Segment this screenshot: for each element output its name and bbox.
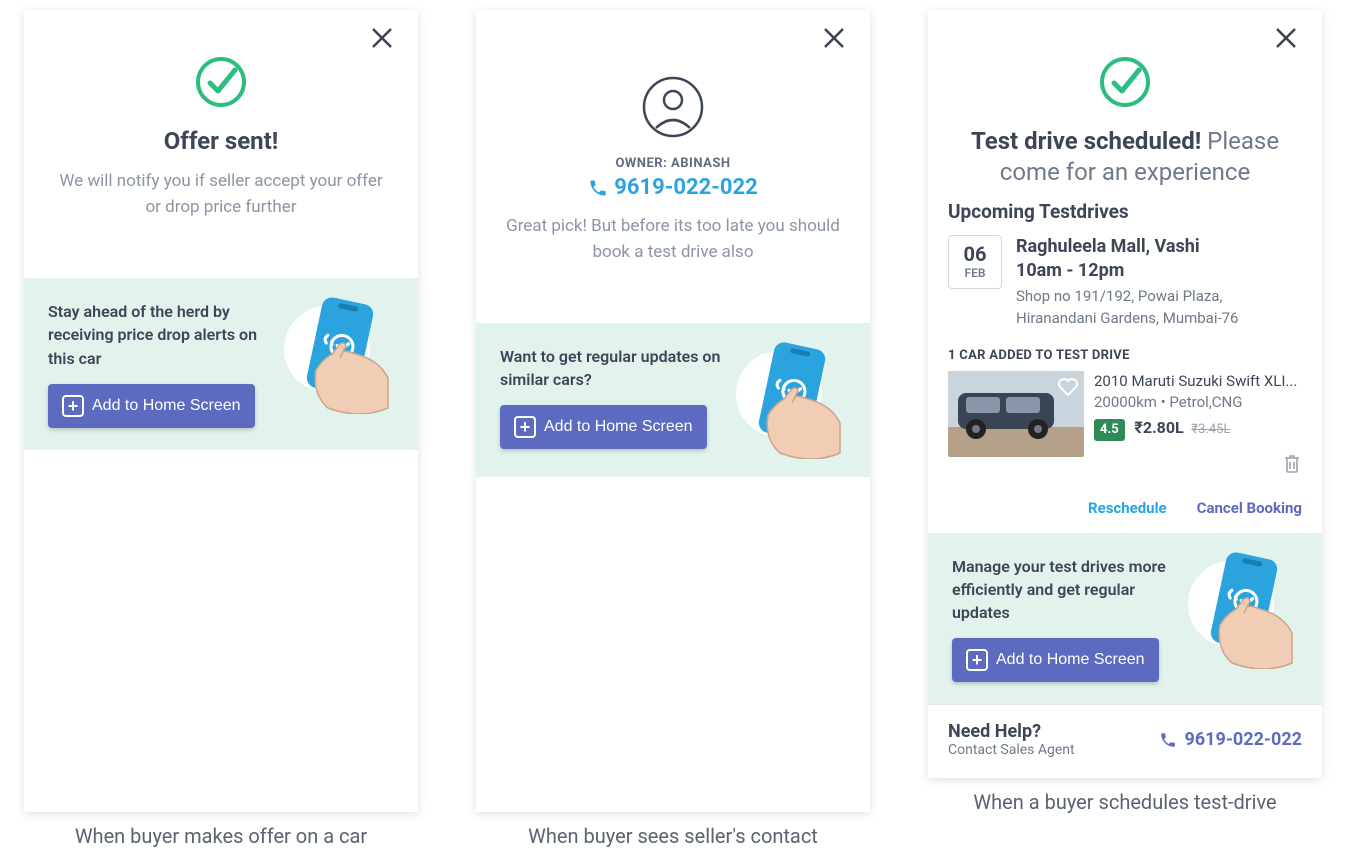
date-badge: 06 FEB	[948, 235, 1002, 289]
success-check-icon	[195, 56, 247, 108]
phone-hand-illustration	[736, 345, 846, 455]
card-title: Test drive scheduled! Please come for an…	[948, 126, 1302, 188]
heart-icon	[1056, 375, 1080, 399]
car-count-label: 1 CAR ADDED TO TEST DRIVE	[948, 348, 1302, 363]
offer-sent-card: Offer sent! We will notify you if seller…	[24, 10, 418, 812]
avatar-icon	[642, 76, 704, 138]
add-to-home-screen-button[interactable]: + Add to Home Screen	[500, 405, 707, 449]
testdrive-row: 06 FEB Raghuleela Mall, Vashi 10am - 12p…	[948, 235, 1302, 341]
date-day: 06	[964, 244, 987, 264]
car-price-strike: ₹3.45L	[1191, 422, 1230, 437]
car-item: 2010 Maruti Suzuki Swift XLI... 20000km …	[948, 371, 1302, 457]
phone-number: 9619-022-022	[614, 175, 758, 200]
button-label: Add to Home Screen	[544, 418, 693, 436]
close-icon	[822, 26, 846, 50]
help-sub: Contact Sales Agent	[948, 742, 1075, 758]
title-bold: Test drive scheduled!	[971, 127, 1201, 155]
button-label: Add to Home Screen	[92, 397, 241, 415]
help-heading: Need Help?	[948, 721, 1075, 742]
phone-hand-illustration	[284, 300, 394, 410]
card-title: Offer sent!	[52, 126, 390, 157]
promo-text: Want to get regular updates on similar c…	[500, 345, 726, 391]
caption: When buyer makes offer on a car	[75, 824, 367, 848]
promo-banner: Stay ahead of the herd by receiving pric…	[24, 278, 418, 450]
plus-icon: +	[514, 416, 536, 438]
trash-icon	[1282, 453, 1302, 475]
caption: When buyer sees seller's contact	[528, 824, 818, 848]
help-phone-number: 9619-022-022	[1185, 729, 1302, 750]
add-to-home-screen-button[interactable]: + Add to Home Screen	[952, 638, 1159, 682]
reschedule-link[interactable]: Reschedule	[1088, 499, 1167, 517]
car-price: ₹2.80L	[1134, 418, 1183, 437]
phone-icon	[588, 178, 608, 198]
caption: When a buyer schedules test-drive	[973, 790, 1276, 814]
location-name: Raghuleela Mall, Vashi	[1016, 235, 1302, 258]
car-name: 2010 Maruti Suzuki Swift XLI...	[1094, 371, 1302, 392]
rating-badge: 4.5	[1094, 419, 1125, 441]
plus-icon: +	[966, 649, 988, 671]
close-button[interactable]	[370, 26, 402, 58]
promo-text: Manage your test drives more efficiently…	[952, 555, 1178, 625]
button-label: Add to Home Screen	[996, 651, 1145, 669]
car-image	[948, 371, 1084, 457]
promo-banner: Want to get regular updates on similar c…	[476, 323, 870, 477]
help-phone-link[interactable]: 9619-022-022	[1159, 729, 1302, 750]
add-to-home-screen-button[interactable]: + Add to Home Screen	[48, 384, 255, 428]
close-icon	[370, 26, 394, 50]
phone-icon	[1159, 731, 1177, 749]
date-month: FEB	[965, 266, 986, 280]
phone-link[interactable]: 9619-022-022	[504, 175, 842, 200]
plus-icon: +	[62, 395, 84, 417]
help-bar: Need Help? Contact Sales Agent 9619-022-…	[928, 704, 1322, 778]
phone-hand-illustration	[1188, 555, 1298, 665]
card-subtext: Great pick! But before its too late you …	[504, 214, 842, 265]
car-meta: 20000km • Petrol,CNG	[1094, 392, 1302, 413]
card-subtext: We will notify you if seller accept your…	[52, 169, 390, 220]
time-slot: 10am - 12pm	[1016, 259, 1302, 282]
favorite-button[interactable]	[1056, 375, 1080, 403]
cancel-booking-link[interactable]: Cancel Booking	[1197, 499, 1302, 517]
close-icon	[1274, 26, 1298, 50]
promo-text: Stay ahead of the herd by receiving pric…	[48, 300, 274, 370]
close-button[interactable]	[822, 26, 854, 58]
success-check-icon	[1099, 56, 1151, 108]
promo-banner: Manage your test drives more efficiently…	[928, 533, 1322, 705]
address: Shop no 191/192, Powai Plaza, Hiranandan…	[1016, 286, 1302, 330]
delete-button[interactable]	[1282, 453, 1302, 479]
section-heading: Upcoming Testdrives	[948, 200, 1302, 223]
owner-label: OWNER: ABINASH	[504, 156, 842, 171]
seller-contact-card: OWNER: ABINASH 9619-022-022 Great pick! …	[476, 10, 870, 812]
test-drive-scheduled-card: Test drive scheduled! Please come for an…	[928, 10, 1322, 778]
close-button[interactable]	[1274, 26, 1306, 58]
